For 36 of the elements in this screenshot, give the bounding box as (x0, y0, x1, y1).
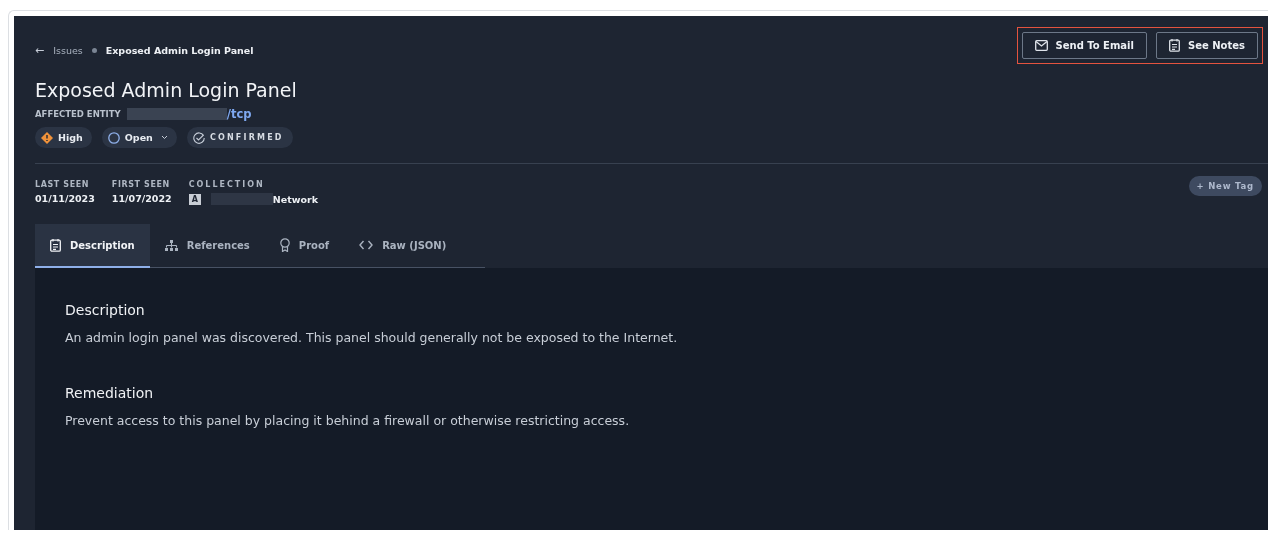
hierarchy-icon (164, 239, 178, 251)
tab[interactable]: References (149, 224, 265, 268)
tab[interactable]: Proof (264, 224, 345, 268)
severity-badge: High (35, 127, 92, 148)
circle-icon (107, 131, 120, 144)
notes-button[interactable]: See Notes (1156, 32, 1258, 59)
status-badge[interactable]: Open (101, 127, 177, 148)
entity-link[interactable]: /tcp (226, 107, 252, 121)
confirmed-badge: CONFIRMED (186, 127, 293, 148)
meta-label: LAST SEEN (35, 180, 91, 189)
entity-label: AFFECTED ENTITY (35, 109, 121, 119)
section-text: An admin login panel was discovered. This panel should generally not be exposed to the Internet. (65, 329, 679, 347)
new-tag-button[interactable]: + New Tag (1188, 176, 1262, 196)
meta-value: 01/11/2023 (35, 193, 95, 204)
meta-label: COLLECTION (188, 180, 266, 189)
breadcrumb-link[interactable]: Issues (53, 44, 83, 56)
issue-title: Exposed Admin Login Panel (35, 79, 298, 101)
notepad-icon (1169, 39, 1180, 52)
code-icon (359, 240, 374, 250)
section-heading: Remediation (65, 385, 155, 401)
tab[interactable]: Raw (JSON) (344, 224, 462, 268)
tab[interactable]: Description (35, 224, 150, 268)
send-email-button[interactable]: Send To Email (1021, 32, 1147, 59)
notepad-icon (50, 238, 61, 252)
collection-tag: A (188, 193, 201, 205)
breadcrumb-current: Exposed Admin Login Panel (105, 44, 254, 56)
meta-label: FIRST SEEN (111, 180, 171, 189)
envelope-icon (1034, 40, 1048, 51)
check-circle-icon (192, 131, 205, 144)
back-arrow[interactable]: ← (35, 43, 45, 57)
separator-dot (91, 47, 97, 53)
award-icon (279, 238, 290, 252)
meta-value: Network (272, 193, 319, 205)
meta-value: 11/07/2022 (111, 193, 172, 204)
section-text: Prevent access to this panel by placing it behind a firewall or otherwise restricting access. (65, 412, 631, 430)
section-heading: Description (65, 302, 146, 318)
